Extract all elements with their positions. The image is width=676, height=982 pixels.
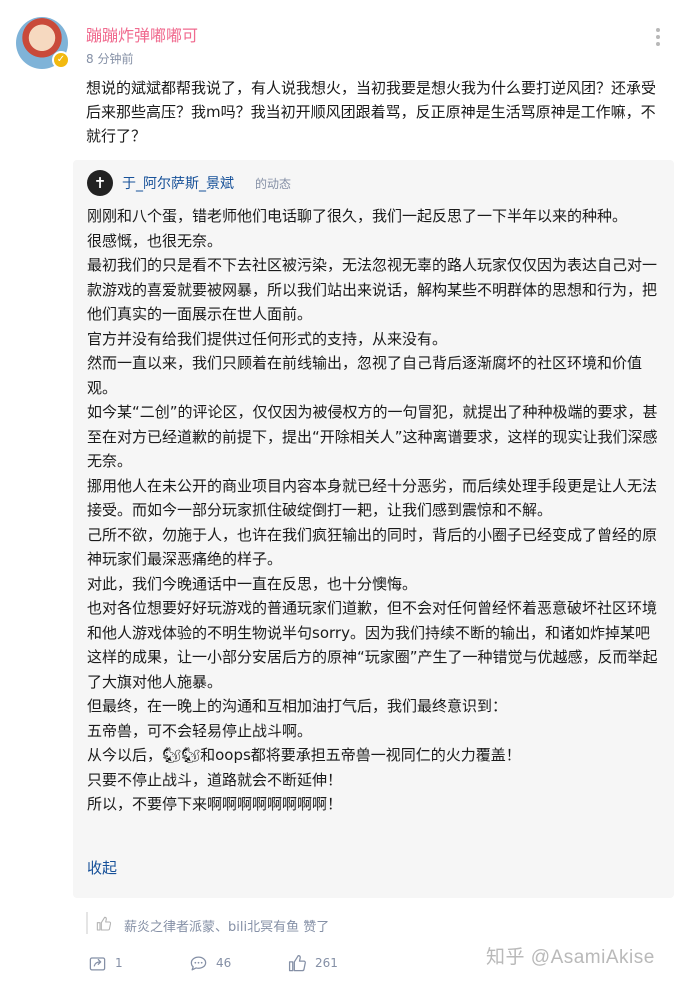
quoted-author-name[interactable]: 于_阿尔萨斯_景斌	[122, 173, 234, 193]
comment-username[interactable]: 蹦蹦炸弹嘟嘟可	[86, 22, 198, 46]
like-button[interactable]: 261	[288, 952, 338, 974]
comment-icon	[190, 956, 207, 970]
action-bar: 1 46 261	[88, 952, 408, 974]
divider	[86, 912, 88, 934]
quote-paragraph: 对此，我们今晚通话中一直在反思，也十分懊悔。	[87, 574, 418, 593]
quoted-post: ✝ 于_阿尔萨斯_景斌 的动态 刚刚和八个蛋，错老师他们电话聊了很久，我们一起反…	[73, 160, 674, 898]
thumbs-up-icon	[96, 916, 112, 931]
quote-paragraph: 己所不欲，勿施于人，也许在我们疯狂输出的同时，背后的小圈子已经变成了曾经的原神玩…	[87, 525, 658, 569]
quote-paragraph: 但最终，在一晚上的沟通和互相加油打气后，我们最终意识到：	[87, 697, 508, 715]
quoted-author-avatar[interactable]: ✝	[87, 170, 113, 196]
repost-button[interactable]: 1	[88, 952, 123, 974]
repost-icon	[89, 956, 106, 970]
quote-paragraph: 也对各位想要好好玩游戏的普通玩家们道歉，但不会对任何曾经怀着恶意破坏社区环境和他…	[87, 599, 658, 691]
repost-count: 1	[115, 956, 123, 970]
more-options-icon[interactable]	[650, 25, 666, 51]
quoted-post-body: 刚刚和八个蛋，错老师他们电话聊了很久，我们一起反思了一下半年以来的种种。 很感慨…	[87, 204, 662, 817]
quote-paragraph: 从今以后，🐿🐿和oops都将要承担五帝兽一视同仁的火力覆盖！	[87, 746, 521, 764]
quote-paragraph: 然而一直以来，我们只顾着在前线输出，忽视了自己背后逐渐腐坏的社区环境和价值观。	[87, 354, 643, 397]
watermark: 知乎 @AsamiAkise	[486, 947, 655, 968]
comment-count: 46	[216, 956, 232, 970]
comment-button[interactable]: 46	[189, 952, 231, 974]
quote-paragraph: 刚刚和八个蛋，错老师他们电话聊了很久，我们一起反思了一下半年以来的种种。	[87, 207, 628, 225]
verified-badge-icon: ✓	[52, 51, 70, 69]
quote-paragraph: 很感慨，也很无奈。	[87, 231, 223, 250]
quote-paragraph: 官方并没有给我们提供过任何形式的支持，从来没有。	[87, 329, 448, 348]
quote-paragraph: 五帝兽，可不会轻易停止战斗啊。	[87, 721, 313, 740]
collapse-link[interactable]: 收起	[87, 857, 117, 878]
likes-text[interactable]: 薪炎之律者派蒙、bili北冥有鱼 赞了	[124, 916, 329, 935]
quote-paragraph: 所以，不要停下来啊啊啊啊啊啊啊啊！	[87, 795, 343, 813]
like-count: 261	[315, 956, 338, 970]
quoted-post-type: 的动态	[255, 177, 292, 191]
quote-paragraph: 只要不停止战斗，道路就会不断延伸！	[87, 770, 343, 789]
comment-text: 想说的斌斌都帮我说了，有人说我想火，当初我要是想火我为什么要打逆风团？还承受后来…	[86, 79, 657, 145]
comment-header: ✓ 蹦蹦炸弹嘟嘟可 8 分钟前	[16, 15, 666, 75]
comment-time: 8 分钟前	[86, 52, 134, 66]
like-icon	[288, 954, 306, 971]
quote-paragraph: 最初我们的只是看不下去社区被污染，无法忽视无辜的路人玩家仅仅因为表达自己对一款游…	[87, 256, 658, 323]
quote-paragraph: 挪用他人在未公开的商业项目内容本身就已经十分恶劣，而后续处理手段更是让人无法接受…	[87, 476, 658, 520]
quote-paragraph: 如今某“二创”的评论区，仅仅因为被侵权方的一句冒犯，就提出了种种极端的要求，甚至…	[87, 403, 658, 470]
